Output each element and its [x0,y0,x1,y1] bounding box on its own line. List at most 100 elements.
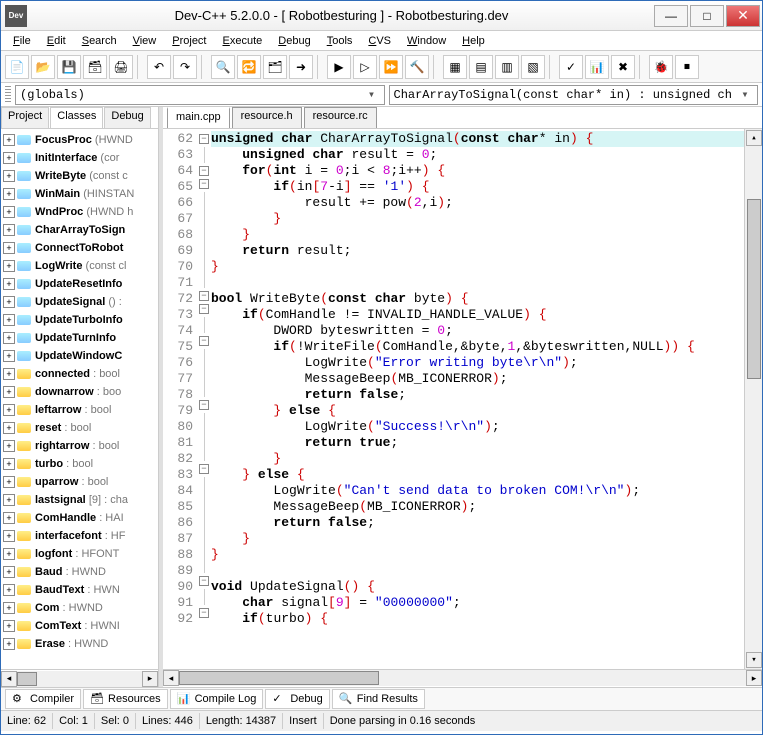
arrow-left-icon[interactable]: ◂ [1,671,17,687]
menu-edit[interactable]: Edit [39,33,74,49]
fold-marker[interactable]: − [199,166,209,176]
expand-icon[interactable]: + [3,530,15,542]
code-line[interactable]: if(ComHandle != INVALID_HANDLE_VALUE) { [211,307,744,323]
findfiles-button[interactable]: 🗂 [263,55,287,79]
expand-icon[interactable]: + [3,332,15,344]
menu-debug[interactable]: Debug [270,33,318,49]
save-button[interactable]: 💾 [57,55,81,79]
code-line[interactable]: unsigned char result = 0; [211,147,744,163]
code-line[interactable]: unsigned char CharArrayToSignal(const ch… [211,131,744,147]
tree-item[interactable]: +UpdateResetInfo [3,275,156,293]
tree-item[interactable]: +UpdateTurnInfo [3,329,156,347]
tree-item[interactable]: +reset : bool [3,419,156,437]
expand-icon[interactable]: + [3,152,15,164]
editor-tab[interactable]: resource.rc [304,107,377,128]
code-editor[interactable]: 6263646566676869707172737475767778798081… [163,129,762,669]
open-button[interactable]: 📂 [31,55,55,79]
code-line[interactable]: } else { [211,467,744,483]
fold-marker[interactable]: − [199,304,209,314]
expand-icon[interactable]: + [3,278,15,290]
expand-icon[interactable]: + [3,134,15,146]
code-line[interactable]: if(in[7-i] == '1') { [211,179,744,195]
fold-marker[interactable]: − [199,291,209,301]
rebuild-button[interactable]: 🔨 [405,55,429,79]
side-tab-project[interactable]: Project [1,107,49,128]
bottom-tab-compiler[interactable]: ⚙Compiler [5,689,81,709]
replace-button[interactable]: 🔁 [237,55,261,79]
debug1-button[interactable]: 🐞 [649,55,673,79]
fold-marker[interactable]: − [199,400,209,410]
tree-item[interactable]: +Baud : HWND [3,563,156,581]
code-line[interactable]: } [211,259,744,275]
windows3-button[interactable]: ▥ [495,55,519,79]
expand-icon[interactable]: + [3,224,15,236]
expand-icon[interactable]: + [3,188,15,200]
code-line[interactable]: LogWrite("Success!\r\n"); [211,419,744,435]
code-line[interactable]: return result; [211,243,744,259]
code-line[interactable]: } [211,547,744,563]
code-line[interactable]: } else { [211,403,744,419]
tree-item[interactable]: +CharArrayToSign [3,221,156,239]
expand-icon[interactable]: + [3,638,15,650]
find-button[interactable]: 🔍 [211,55,235,79]
windows4-button[interactable]: ▧ [521,55,545,79]
expand-icon[interactable]: + [3,476,15,488]
fold-marker[interactable]: − [199,576,209,586]
code-line[interactable]: if(!WriteFile(ComHandle,&byte,1,&byteswr… [211,339,744,355]
arrow-left-icon[interactable]: ◂ [163,670,179,686]
fold-marker[interactable]: − [199,336,209,346]
menu-view[interactable]: View [125,33,165,49]
expand-icon[interactable]: + [3,314,15,326]
arrow-right-icon[interactable]: ▸ [746,670,762,686]
windows2-button[interactable]: ▤ [469,55,493,79]
tree-item[interactable]: +InitInterface (cor [3,149,156,167]
debug2-button[interactable]: ⏹ [675,55,699,79]
expand-icon[interactable]: + [3,620,15,632]
tree-item[interactable]: +LogWrite (const cl [3,257,156,275]
expand-icon[interactable]: + [3,170,15,182]
tree-item[interactable]: +ComHandle : HAI [3,509,156,527]
tree-item[interactable]: +ConnectToRobot [3,239,156,257]
delete-button[interactable]: ✖ [611,55,635,79]
tree-item[interactable]: +UpdateWindowC [3,347,156,365]
editor-tab[interactable]: resource.h [232,107,302,128]
code-line[interactable]: char signal[9] = "00000000"; [211,595,744,611]
menu-cvs[interactable]: CVS [360,33,399,49]
expand-icon[interactable]: + [3,260,15,272]
tree-item[interactable]: +interfacefont : HF [3,527,156,545]
tree-item[interactable]: +logfont : HFONT [3,545,156,563]
side-tab-classes[interactable]: Classes [50,107,103,128]
code-line[interactable]: } [211,211,744,227]
arrow-down-icon[interactable]: ▾ [746,652,762,668]
fold-marker[interactable]: − [199,608,209,618]
editor-hscroll[interactable]: ◂ ▸ [163,669,762,687]
tree-item[interactable]: +WndProc (HWND h [3,203,156,221]
code-line[interactable]: LogWrite("Can't send data to broken COM!… [211,483,744,499]
goto-button[interactable]: ➜ [289,55,313,79]
scroll-thumb[interactable] [179,671,379,685]
chart-button[interactable]: 📊 [585,55,609,79]
close-button[interactable]: ✕ [726,5,760,27]
tree-item[interactable]: +leftarrow : bool [3,401,156,419]
scroll-track[interactable] [17,671,142,687]
class-tree[interactable]: +FocusProc (HWND+InitInterface (cor+Writ… [1,129,158,669]
bottom-tab-compile-log[interactable]: 📊Compile Log [170,689,264,709]
menu-project[interactable]: Project [164,33,214,49]
tree-item[interactable]: +BaudText : HWN [3,581,156,599]
code-line[interactable]: } [211,531,744,547]
print-button[interactable]: 🖨 [109,55,133,79]
bottom-tab-find-results[interactable]: 🔍Find Results [332,689,425,709]
saveall-button[interactable]: 🗃 [83,55,107,79]
expand-icon[interactable]: + [3,458,15,470]
tree-item[interactable]: +UpdateTurboInfo [3,311,156,329]
compilerun-button[interactable]: ⏩ [379,55,403,79]
expand-icon[interactable]: + [3,584,15,596]
code-line[interactable] [211,275,744,291]
expand-icon[interactable]: + [3,368,15,380]
scope-dropdown[interactable]: (globals) ▾ [15,85,385,105]
code-line[interactable]: for(int i = 0;i < 8;i++) { [211,163,744,179]
code-line[interactable]: DWORD byteswritten = 0; [211,323,744,339]
undo-button[interactable]: ↶ [147,55,171,79]
tree-item[interactable]: +connected : bool [3,365,156,383]
expand-icon[interactable]: + [3,602,15,614]
